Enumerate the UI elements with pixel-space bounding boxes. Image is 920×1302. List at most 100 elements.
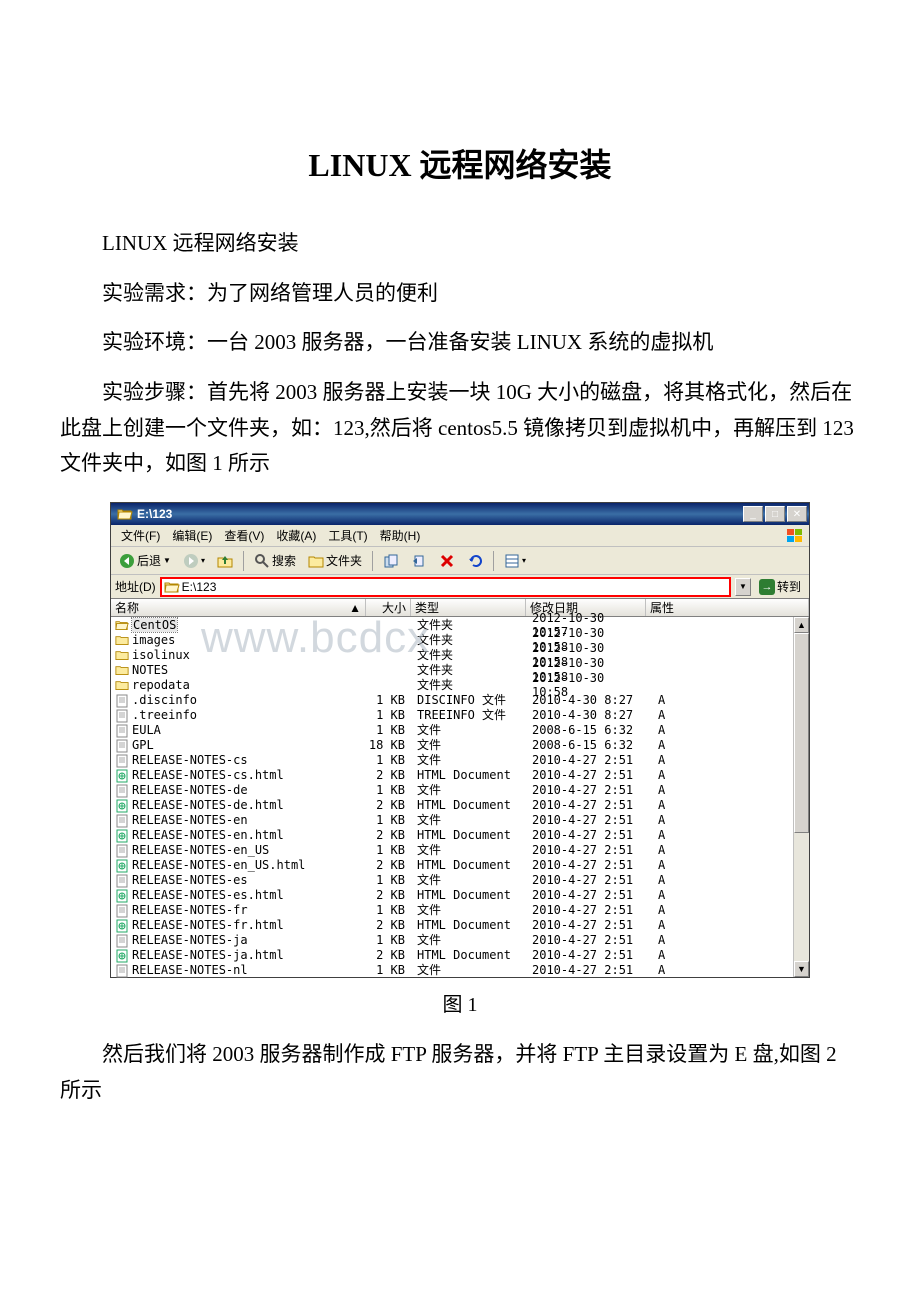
- table-row[interactable]: RELEASE-NOTES-ja.html2 KBHTML Document20…: [111, 947, 809, 962]
- menu-tools[interactable]: 工具(T): [322, 525, 373, 546]
- table-row[interactable]: isolinux文件夹2012-10-30 10:58: [111, 647, 809, 662]
- folder-open-icon: [117, 506, 133, 522]
- table-row[interactable]: RELEASE-NOTES-cs1 KB文件2010-4-27 2:51A: [111, 752, 809, 767]
- table-row[interactable]: RELEASE-NOTES-es.html2 KBHTML Document20…: [111, 887, 809, 902]
- search-button[interactable]: 搜索: [250, 550, 300, 571]
- file-date: 2008-6-15 6:32: [526, 738, 646, 752]
- column-type[interactable]: 类型: [411, 599, 526, 616]
- table-row[interactable]: GPL18 KB文件2008-6-15 6:32A: [111, 737, 809, 752]
- menu-file[interactable]: 文件(F): [115, 525, 166, 546]
- file-icon: [115, 814, 129, 826]
- file-attr: A: [646, 753, 809, 767]
- scroll-down-button[interactable]: ▼: [794, 961, 809, 977]
- table-row[interactable]: RELEASE-NOTES-en1 KB文件2010-4-27 2:51A: [111, 812, 809, 827]
- table-row[interactable]: RELEASE-NOTES-de1 KB文件2010-4-27 2:51A: [111, 782, 809, 797]
- file-type: HTML Document: [411, 828, 526, 842]
- back-button[interactable]: 后退 ▼: [115, 550, 175, 571]
- column-name[interactable]: 名称 ▲: [111, 599, 366, 616]
- table-row[interactable]: RELEASE-NOTES-fr.html2 KBHTML Document20…: [111, 917, 809, 932]
- move-to-button[interactable]: [407, 551, 431, 571]
- scroll-thumb[interactable]: [794, 633, 809, 833]
- maximize-button[interactable]: □: [765, 506, 785, 522]
- table-row[interactable]: NOTES文件夹2012-10-30 10:58: [111, 662, 809, 677]
- table-row[interactable]: RELEASE-NOTES-es1 KB文件2010-4-27 2:51A: [111, 872, 809, 887]
- go-label: 转到: [777, 578, 801, 595]
- file-name: RELEASE-NOTES-de: [132, 783, 248, 797]
- file-date: 2010-4-27 2:51: [526, 798, 646, 812]
- table-row[interactable]: RELEASE-NOTES-fr1 KB文件2010-4-27 2:51A: [111, 902, 809, 917]
- address-input[interactable]: E:\123: [160, 577, 731, 597]
- file-type: HTML Document: [411, 948, 526, 962]
- folder-icon: [115, 679, 129, 691]
- column-size[interactable]: 大小: [366, 599, 411, 616]
- menu-help[interactable]: 帮助(H): [374, 525, 427, 546]
- scroll-up-button[interactable]: ▲: [794, 617, 809, 633]
- file-date: 2010-4-27 2:51: [526, 948, 646, 962]
- address-label: 地址(D): [115, 578, 156, 595]
- go-icon: →: [759, 579, 775, 595]
- file-date: 2010-4-27 2:51: [526, 828, 646, 842]
- file-attr: A: [646, 948, 809, 962]
- close-button[interactable]: ✕: [787, 506, 807, 522]
- table-row[interactable]: RELEASE-NOTES-en.html2 KBHTML Document20…: [111, 827, 809, 842]
- file-name: .discinfo: [132, 693, 197, 707]
- table-row[interactable]: .discinfo1 KBDISCINFO 文件2010-4-30 8:27A: [111, 692, 809, 707]
- windows-logo-icon: [785, 527, 805, 545]
- html-icon: [115, 859, 129, 871]
- table-row[interactable]: EULA1 KB文件2008-6-15 6:32A: [111, 722, 809, 737]
- undo-icon: [467, 553, 483, 569]
- table-row[interactable]: CentOS文件夹2012-10-30 10:57: [111, 617, 809, 632]
- menu-favorites[interactable]: 收藏(A): [270, 525, 322, 546]
- file-size: 2 KB: [366, 798, 411, 812]
- column-attr[interactable]: 属性: [646, 599, 809, 616]
- file-size: 1 KB: [366, 843, 411, 857]
- file-attr: A: [646, 873, 809, 887]
- menu-edit[interactable]: 编辑(E): [166, 525, 218, 546]
- table-row[interactable]: .treeinfo1 KBTREEINFO 文件2010-4-30 8:27A: [111, 707, 809, 722]
- copy-to-button[interactable]: [379, 551, 403, 571]
- file-attr: A: [646, 903, 809, 917]
- file-attr: A: [646, 768, 809, 782]
- menu-view[interactable]: 查看(V): [218, 525, 270, 546]
- table-row[interactable]: RELEASE-NOTES-ja1 KB文件2010-4-27 2:51A: [111, 932, 809, 947]
- table-row[interactable]: RELEASE-NOTES-nl1 KB文件2010-4-27 2:51A: [111, 962, 809, 977]
- table-row[interactable]: RELEASE-NOTES-cs.html2 KBHTML Document20…: [111, 767, 809, 782]
- file-size: 2 KB: [366, 858, 411, 872]
- address-bar: 地址(D) E:\123 ▼ → 转到: [111, 575, 809, 599]
- file-icon: [115, 739, 129, 751]
- address-dropdown[interactable]: ▼: [735, 578, 751, 596]
- undo-button[interactable]: [463, 551, 487, 571]
- figure-1-caption: 图 1: [60, 988, 860, 1017]
- file-date: 2010-4-27 2:51: [526, 783, 646, 797]
- file-date: 2010-4-27 2:51: [526, 813, 646, 827]
- paragraph-2: 实验需求：为了网络管理人员的便利: [60, 276, 860, 312]
- paragraph-5: 然后我们将 2003 服务器制作成 FTP 服务器，并将 FTP 主目录设置为 …: [60, 1037, 860, 1108]
- forward-button[interactable]: ▾: [179, 551, 209, 571]
- folders-button[interactable]: 文件夹: [304, 550, 366, 571]
- minimize-button[interactable]: _: [743, 506, 763, 522]
- forward-icon: [183, 553, 199, 569]
- table-row[interactable]: RELEASE-NOTES-en_US.html2 KBHTML Documen…: [111, 857, 809, 872]
- file-date: 2010-4-27 2:51: [526, 873, 646, 887]
- back-icon: [119, 553, 135, 569]
- file-attr: A: [646, 738, 809, 752]
- paragraph-1: LINUX 远程网络安装: [60, 226, 860, 262]
- table-row[interactable]: RELEASE-NOTES-en_US1 KB文件2010-4-27 2:51A: [111, 842, 809, 857]
- file-size: 2 KB: [366, 828, 411, 842]
- table-row[interactable]: images文件夹2012-10-30 10:58: [111, 632, 809, 647]
- file-date: 2010-4-27 2:51: [526, 888, 646, 902]
- table-row[interactable]: repodata文件夹2012-10-30 10:58: [111, 677, 809, 692]
- search-label: 搜索: [272, 552, 296, 569]
- views-button[interactable]: ▾: [500, 551, 530, 571]
- go-button[interactable]: → 转到: [755, 578, 805, 595]
- vertical-scrollbar[interactable]: ▲ ▼: [793, 617, 809, 977]
- file-type: 文件: [411, 781, 526, 798]
- file-icon: [115, 724, 129, 736]
- views-icon: [504, 553, 520, 569]
- up-button[interactable]: [213, 551, 237, 571]
- table-row[interactable]: RELEASE-NOTES-de.html2 KBHTML Document20…: [111, 797, 809, 812]
- dropdown-icon: ▾: [522, 556, 526, 565]
- file-size: 1 KB: [366, 708, 411, 722]
- file-name: CentOS: [132, 618, 177, 632]
- delete-button[interactable]: [435, 551, 459, 571]
